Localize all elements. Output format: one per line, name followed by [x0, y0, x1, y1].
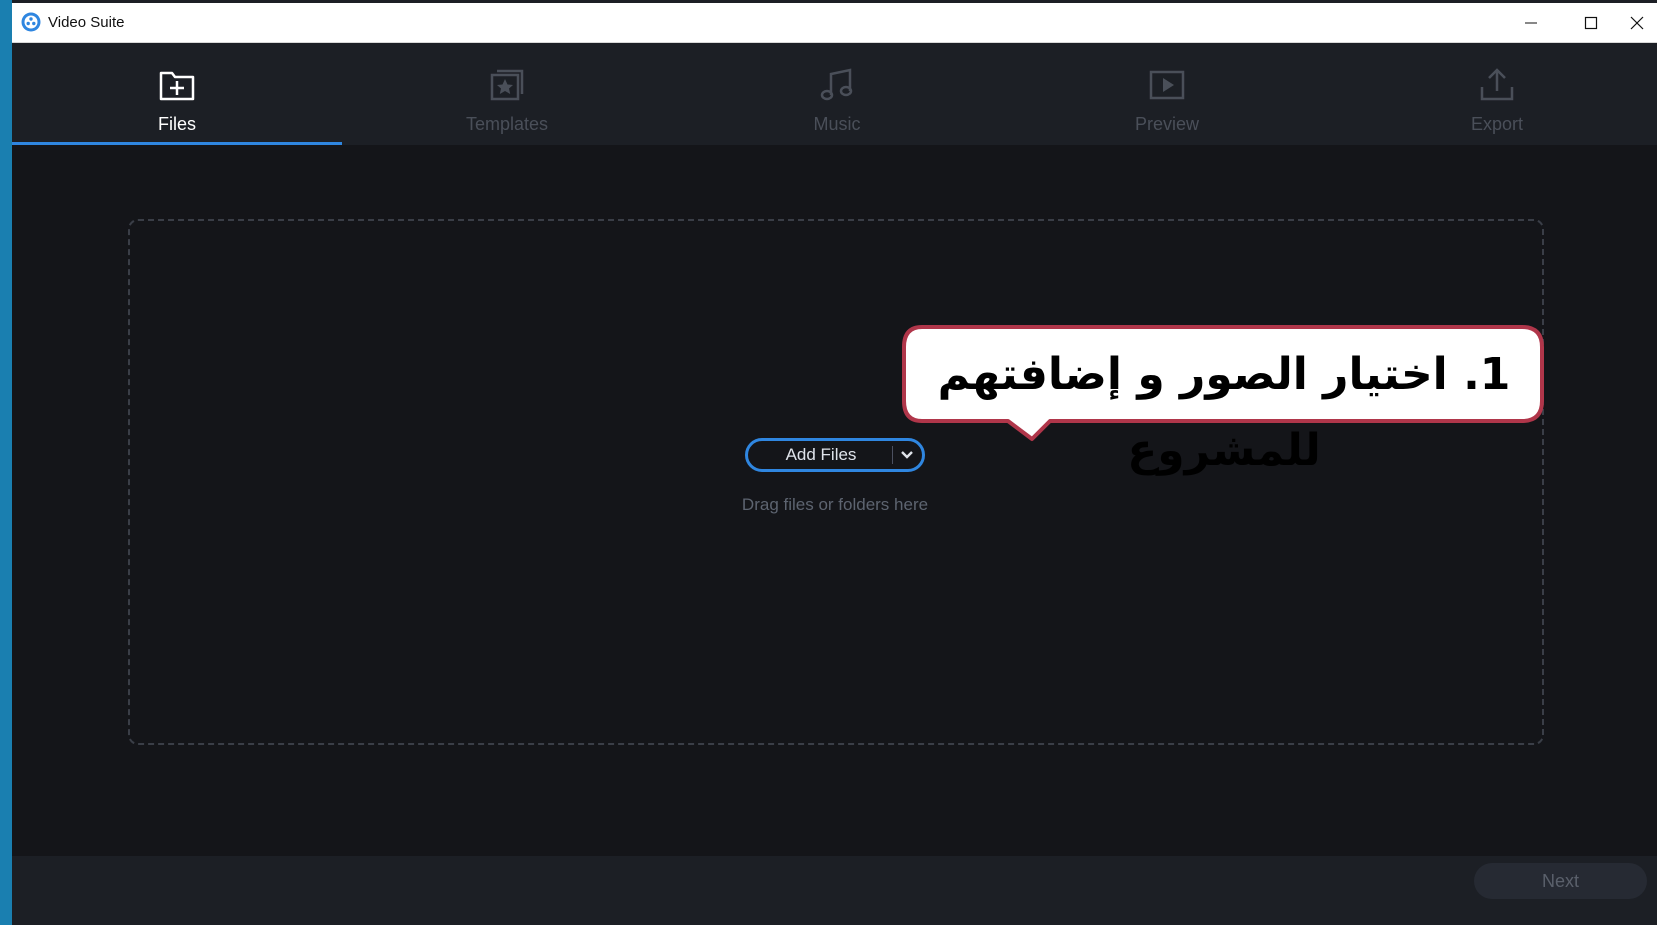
- folder-plus-icon: [159, 71, 195, 101]
- minimize-icon: [1525, 22, 1537, 24]
- footer-bar: Next: [12, 856, 1657, 925]
- add-files-label: Add Files: [785, 445, 857, 464]
- export-upload-icon: [1480, 68, 1514, 101]
- tab-label: Export: [1470, 114, 1524, 134]
- tab-label: Files: [157, 114, 196, 134]
- next-button[interactable]: Next: [1474, 863, 1647, 899]
- maximize-button[interactable]: [1561, 3, 1621, 43]
- tab-music[interactable]: Music: [672, 43, 1002, 145]
- app-window: Video Suite Files Templates Music Previe…: [12, 3, 1657, 925]
- window-title: Video Suite: [48, 14, 125, 31]
- button-divider: [892, 446, 893, 464]
- tab-label: Templates: [465, 114, 549, 134]
- tab-export[interactable]: Export: [1332, 43, 1657, 145]
- app-logo-icon: [21, 12, 41, 32]
- maximize-icon: [1584, 16, 1598, 30]
- files-panel: Add Files Drag files or folders here 1. …: [12, 145, 1657, 856]
- tab-preview[interactable]: Preview: [1002, 43, 1332, 145]
- tab-files[interactable]: Files: [12, 43, 342, 145]
- tab-label: Preview: [1134, 114, 1200, 134]
- title-bar[interactable]: Video Suite: [12, 3, 1657, 43]
- play-preview-icon: [1149, 70, 1185, 100]
- close-button[interactable]: [1617, 3, 1657, 43]
- template-star-icon: [490, 69, 524, 101]
- drag-hint: Drag files or folders here: [741, 495, 929, 514]
- minimize-button[interactable]: [1501, 3, 1561, 43]
- tab-label: Music: [813, 114, 861, 134]
- step-tabs: Files Templates Music Preview Export: [12, 43, 1657, 145]
- drop-zone[interactable]: [128, 219, 1544, 745]
- add-files-button[interactable]: Add Files: [745, 438, 925, 472]
- tutorial-callout: 1. اختيار الصور و إضافتهم للمشروع: [900, 323, 1548, 476]
- tab-templates[interactable]: Templates: [342, 43, 672, 145]
- desktop-edge: [0, 0, 12, 925]
- close-icon: [1630, 16, 1644, 30]
- callout-text: 1. اختيار الصور و إضافتهم للمشروع: [937, 349, 1511, 476]
- music-note-icon: [820, 68, 853, 101]
